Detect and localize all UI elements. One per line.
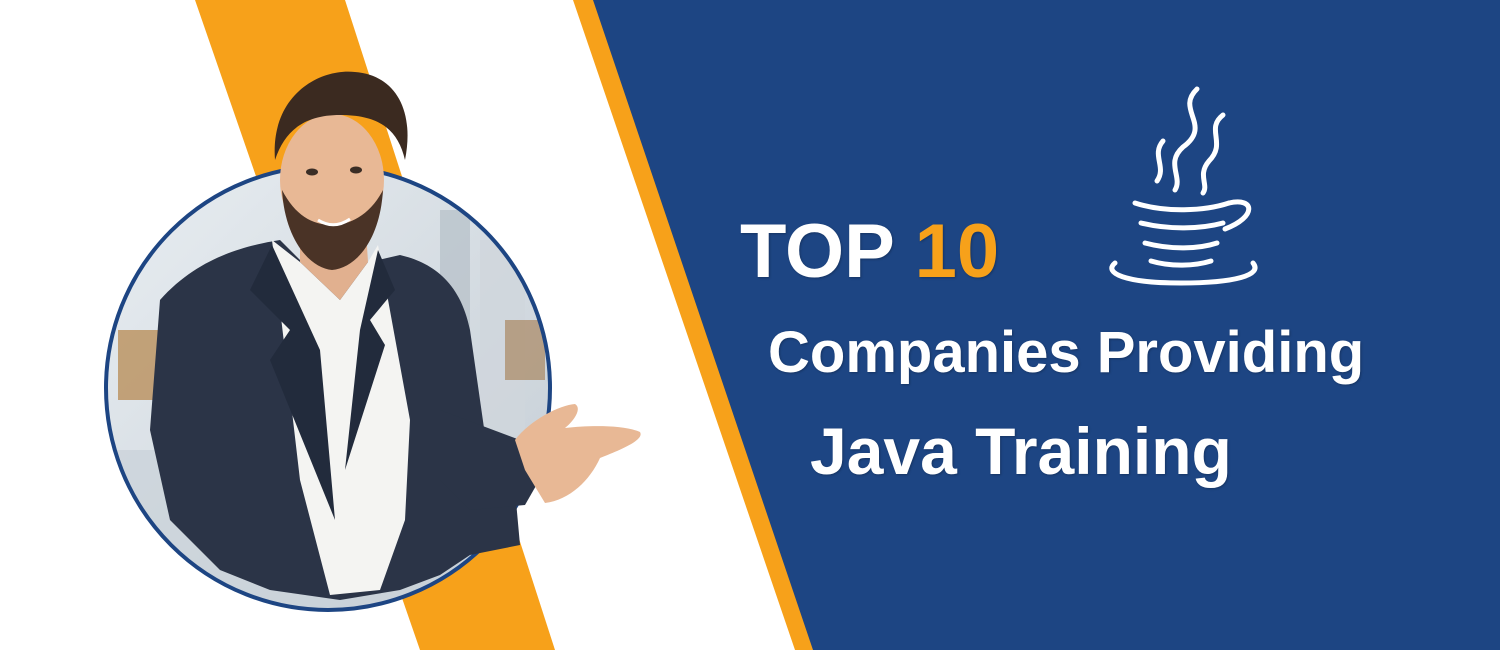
headline-top-number: 10 <box>914 209 1000 294</box>
headline-line2: Companies Providing <box>768 320 1365 385</box>
presenter-figure <box>150 71 641 600</box>
promo-banner: TOP 10 Companies Providing Java Training <box>0 0 1500 650</box>
java-coffee-cup-icon <box>1109 86 1258 286</box>
headline-top: TOP 10 <box>740 214 999 290</box>
headline-top-prefix: TOP <box>740 209 894 294</box>
headline-line3: Java Training <box>810 414 1232 488</box>
